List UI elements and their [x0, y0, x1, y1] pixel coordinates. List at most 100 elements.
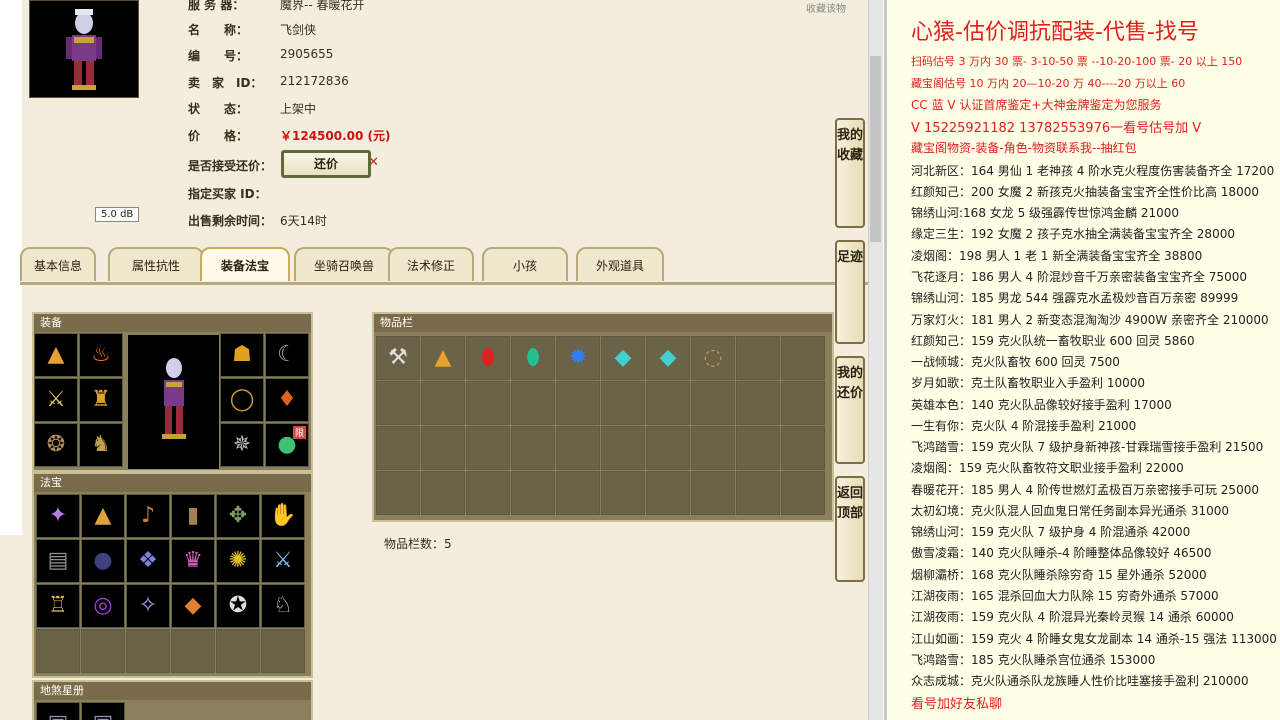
spark-icon[interactable]: ✧ — [126, 584, 170, 628]
crystal-icon[interactable]: ▲ — [81, 494, 125, 538]
slice-icon[interactable]: ◆ — [171, 584, 215, 628]
empty-slot[interactable] — [601, 381, 645, 425]
hat-icon[interactable]: ▲ — [421, 336, 465, 380]
cyan-stone-icon[interactable]: ◆ — [601, 336, 645, 380]
empty-slot[interactable] — [736, 471, 780, 515]
star-book-panel-title: 地煞星册 — [34, 682, 311, 700]
empty-slot[interactable] — [646, 381, 690, 425]
haggle-button[interactable]: 还价 — [281, 150, 371, 178]
star-card-icon[interactable]: ▣ — [81, 702, 125, 720]
mirror-icon[interactable]: ✪ — [216, 584, 260, 628]
my-favorites-button[interactable]: 我的收藏 — [835, 118, 865, 228]
empty-slot[interactable] — [126, 629, 170, 673]
empty-slot[interactable] — [691, 426, 735, 470]
cactus-icon[interactable]: ✥ — [216, 494, 260, 538]
empty-slot[interactable] — [466, 471, 510, 515]
empty-slot[interactable] — [691, 381, 735, 425]
empty-slot[interactable] — [466, 426, 510, 470]
empty-slot[interactable] — [781, 381, 825, 425]
axe-icon[interactable]: ⚒ — [376, 336, 420, 380]
empty-slot[interactable] — [421, 426, 465, 470]
empty-slot[interactable] — [556, 471, 600, 515]
whip-icon[interactable]: ❂ — [34, 423, 78, 467]
scrollbar-thumb[interactable] — [870, 56, 881, 242]
amulet-icon[interactable]: ♦ — [265, 378, 309, 422]
dragon-icon[interactable]: ♘ — [261, 584, 305, 628]
listing-line: 锦绣山河：159 克火队 7 级护身 4 阶混通杀 42000 — [911, 525, 1191, 539]
lute-icon[interactable]: ♪ — [126, 494, 170, 538]
red-gem-icon[interactable]: ⬮ — [466, 336, 510, 380]
empty-slot[interactable] — [81, 629, 125, 673]
tab-equipment[interactable]: 装备法宝 — [200, 247, 290, 281]
dagger-icon[interactable]: ⚔ — [34, 378, 78, 422]
tab-attributes[interactable]: 属性抗性 — [108, 247, 204, 281]
star-card-icon[interactable]: ▣ — [36, 702, 80, 720]
empty-slot[interactable] — [781, 336, 825, 380]
empty-slot[interactable] — [691, 471, 735, 515]
robe-icon[interactable]: ♜ — [79, 378, 123, 422]
empty-slot[interactable] — [556, 381, 600, 425]
empty-slot[interactable] — [556, 426, 600, 470]
empty-slot[interactable] — [171, 629, 215, 673]
tablet-icon[interactable]: ▮ — [171, 494, 215, 538]
lantern-icon[interactable]: ♛ — [171, 539, 215, 583]
blue-gem-icon[interactable]: ✹ — [556, 336, 600, 380]
empty-slot[interactable] — [376, 426, 420, 470]
hat-icon[interactable]: ▲ — [34, 333, 78, 377]
empty-slot[interactable] — [421, 471, 465, 515]
ad-line: 藏宝阁物资-装备-角色-物资联系我--抽红包 — [911, 141, 1137, 155]
empty-slot[interactable] — [466, 381, 510, 425]
close-icon[interactable]: ✕ — [368, 155, 379, 170]
empty-slot[interactable] — [511, 471, 555, 515]
seller-id-label: 卖 家 ID： — [188, 76, 263, 90]
fan-icon[interactable]: ❖ — [126, 539, 170, 583]
empty-slot[interactable] — [376, 471, 420, 515]
green-gem-icon[interactable]: ⬮ — [511, 336, 555, 380]
empty-slot[interactable] — [376, 381, 420, 425]
green-orb-icon[interactable]: ● 限 — [265, 423, 309, 467]
empty-slot[interactable] — [511, 381, 555, 425]
empty-slot[interactable] — [646, 426, 690, 470]
listing-line: 红颜知己：200 女魔 2 新孩克火抽装备宝宝齐全性价比高 18000 — [911, 185, 1259, 199]
scroll-icon[interactable]: ▤ — [36, 539, 80, 583]
golden-cloud-icon[interactable]: ✺ — [216, 539, 260, 583]
empty-slot[interactable] — [781, 426, 825, 470]
tab-spells[interactable]: 法术修正 — [388, 247, 474, 281]
dark-orb-icon[interactable]: ● — [81, 539, 125, 583]
favorite-link[interactable]: 收藏该物 — [806, 0, 846, 15]
empty-slot[interactable] — [601, 426, 645, 470]
tab-basic-info[interactable]: 基本信息 — [20, 247, 96, 281]
bow-icon[interactable]: ☾ — [265, 333, 309, 377]
empty-slot[interactable] — [36, 629, 80, 673]
empty-slot[interactable] — [736, 426, 780, 470]
boots-icon[interactable]: ♞ — [79, 423, 123, 467]
flame-icon[interactable]: ♨ — [79, 333, 123, 377]
sword-icon[interactable]: ⚔ — [261, 539, 305, 583]
empty-slot[interactable] — [261, 629, 305, 673]
tab-mounts[interactable]: 坐骑召唤兽 — [294, 247, 394, 281]
fabao-panel-title: 法宝 — [34, 474, 311, 492]
empty-slot[interactable] — [736, 381, 780, 425]
cyan-stone-2-icon[interactable]: ◆ — [646, 336, 690, 380]
ring-icon[interactable]: ◯ — [220, 378, 264, 422]
footprint-button[interactable]: 足迹 — [835, 240, 865, 344]
beast-mask-icon[interactable]: ☗ — [220, 333, 264, 377]
purple-ring-icon[interactable]: ◎ — [81, 584, 125, 628]
tab-child[interactable]: 小孩 — [482, 247, 568, 281]
back-to-top-button[interactable]: 返回顶部 — [835, 476, 865, 582]
empty-slot[interactable] — [216, 629, 260, 673]
empty-slot[interactable] — [781, 471, 825, 515]
necklace-icon[interactable]: ◌ — [691, 336, 735, 380]
status-value: 上架中 — [280, 102, 317, 116]
pagoda-icon[interactable]: ♖ — [36, 584, 80, 628]
empty-slot[interactable] — [736, 336, 780, 380]
glove-icon[interactable]: ✋ — [261, 494, 305, 538]
empty-slot[interactable] — [646, 471, 690, 515]
tab-appearance[interactable]: 外观道具 — [576, 247, 664, 281]
gem-belt-icon[interactable]: ✵ — [220, 423, 264, 467]
empty-slot[interactable] — [511, 426, 555, 470]
empty-slot[interactable] — [601, 471, 645, 515]
my-haggle-button[interactable]: 我的还价 — [835, 356, 865, 464]
empty-slot[interactable] — [421, 381, 465, 425]
lamp-icon[interactable]: ✦ — [36, 494, 80, 538]
